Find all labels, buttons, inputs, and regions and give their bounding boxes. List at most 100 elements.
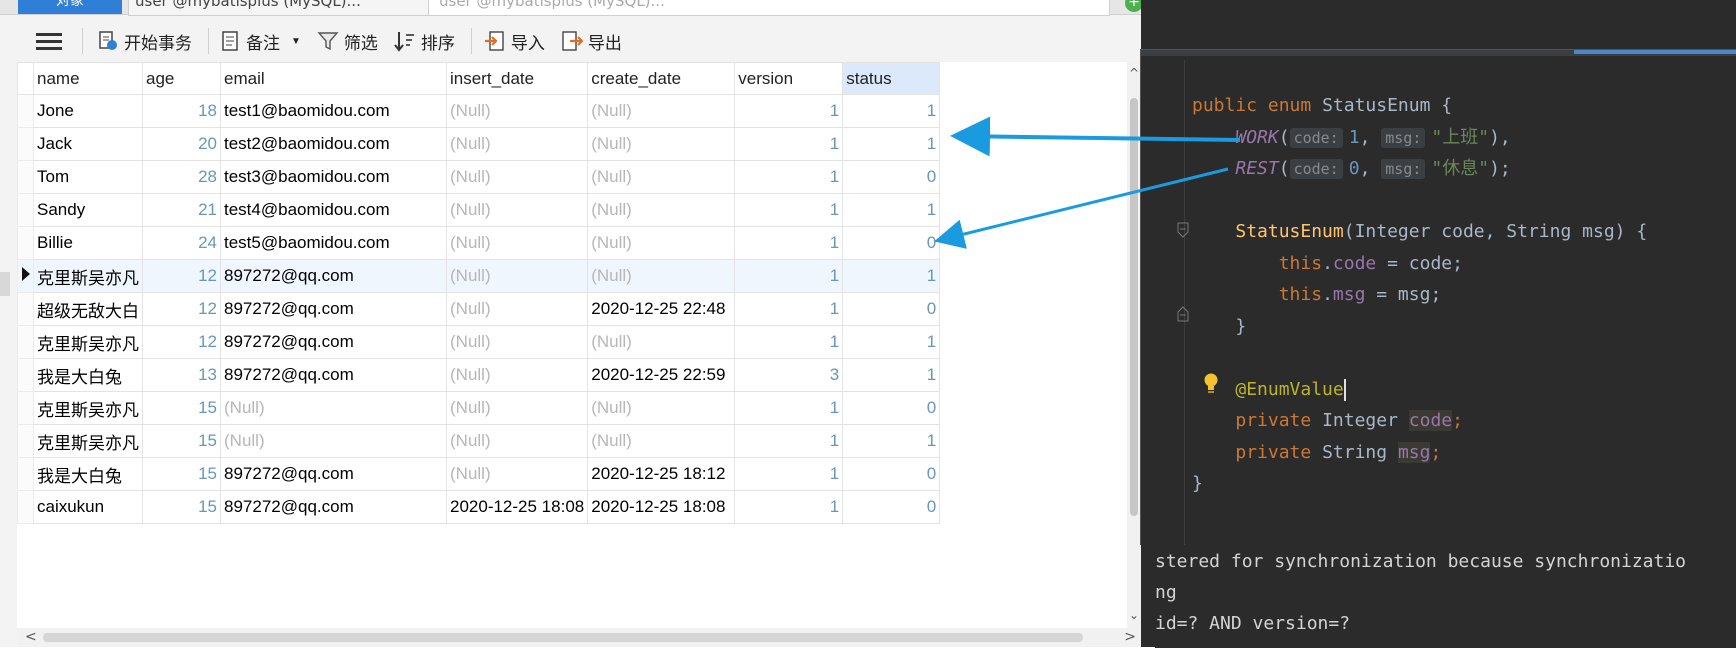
cell-age[interactable]: 12 — [142, 259, 221, 293]
code-content[interactable]: public enum StatusEnum { WORK(code: 1, ms… — [1192, 90, 1647, 500]
cell-age[interactable]: 18 — [142, 94, 221, 128]
row-indicator[interactable] — [17, 292, 34, 326]
cell-email[interactable]: 897272@qq.com — [220, 358, 447, 392]
tab-user-table[interactable]: user @mybatisplus (MySQL)... — [128, 0, 431, 16]
cell-email[interactable]: 897272@qq.com — [220, 490, 447, 524]
cell-status[interactable]: 1 — [842, 127, 941, 161]
row-indicator[interactable] — [17, 457, 34, 491]
cell-create-date[interactable]: (Null) — [587, 325, 736, 359]
cell-version[interactable]: 1 — [734, 424, 844, 458]
cell-status[interactable]: 0 — [842, 391, 941, 425]
table-row[interactable]: 克里斯吴亦凡 15 (Null) (Null) (Null) 1 0 — [17, 391, 941, 425]
cell-insert-date[interactable]: (Null) — [445, 127, 589, 161]
tab-objects[interactable]: 对象 — [18, 0, 122, 14]
cell-age[interactable]: 15 — [142, 490, 221, 524]
memo-button[interactable]: 备注 ▼ — [219, 29, 301, 54]
cell-age[interactable]: 15 — [142, 424, 221, 458]
cell-email[interactable]: test5@baomidou.com — [220, 226, 447, 260]
cell-create-date[interactable]: (Null) — [587, 160, 736, 194]
cell-create-date[interactable]: (Null) — [587, 94, 736, 128]
cell-name[interactable]: Tom — [33, 160, 143, 194]
cell-email[interactable]: test4@baomidou.com — [220, 193, 447, 227]
row-indicator[interactable] — [17, 160, 34, 194]
cell-name[interactable]: 克里斯吴亦凡 — [33, 391, 143, 425]
cell-status[interactable]: 1 — [842, 325, 941, 359]
cell-insert-date[interactable]: (Null) — [445, 226, 589, 260]
cell-status[interactable]: 0 — [842, 292, 941, 326]
cell-create-date[interactable]: 2020-12-25 22:48 — [587, 292, 736, 326]
table-row[interactable]: 克里斯吴亦凡 12 897272@qq.com (Null) (Null) 1 1 — [17, 259, 941, 293]
row-indicator[interactable] — [17, 325, 34, 359]
cell-name[interactable]: 超级无敌大白 — [33, 292, 143, 326]
table-row[interactable]: 克里斯吴亦凡 12 897272@qq.com (Null) (Null) 1 1 — [17, 325, 941, 359]
cell-version[interactable]: 1 — [734, 259, 844, 293]
scroll-right-icon[interactable]: > — [1124, 629, 1136, 645]
cell-email[interactable]: 897272@qq.com — [220, 325, 447, 359]
cell-age[interactable]: 12 — [142, 325, 221, 359]
row-indicator[interactable] — [17, 226, 34, 260]
table-row[interactable]: 我是大白兔 13 897272@qq.com (Null) 2020-12-25 22:… — [17, 358, 941, 392]
cell-version[interactable]: 1 — [734, 391, 844, 425]
table-row[interactable]: Jack 20 test2@baomidou.com (Null) (Null) 1 1 — [17, 127, 941, 161]
cell-status[interactable]: 0 — [842, 457, 941, 491]
column-header-name[interactable]: name — [33, 62, 143, 95]
cell-insert-date[interactable]: (Null) — [445, 160, 589, 194]
cell-email[interactable]: test3@baomidou.com — [220, 160, 447, 194]
cell-name[interactable]: Sandy — [33, 193, 143, 227]
cell-version[interactable]: 1 — [734, 193, 844, 227]
cell-version[interactable]: 1 — [734, 490, 844, 524]
row-indicator[interactable] — [17, 127, 34, 161]
column-header-version[interactable]: version — [734, 62, 844, 95]
scroll-left-icon[interactable]: < — [25, 629, 37, 645]
cell-version[interactable]: 1 — [734, 127, 844, 161]
cell-insert-date[interactable]: (Null) — [445, 292, 589, 326]
cell-insert-date[interactable]: (Null) — [445, 259, 589, 293]
column-header-age[interactable]: age — [142, 62, 221, 95]
cell-status[interactable]: 1 — [842, 358, 941, 392]
cell-version[interactable]: 1 — [734, 292, 844, 326]
cell-create-date[interactable]: (Null) — [587, 193, 736, 227]
cell-name[interactable]: 克里斯吴亦凡 — [33, 259, 143, 293]
cell-name[interactable]: Billie — [33, 226, 143, 260]
scroll-up-icon[interactable]: ^ — [1127, 66, 1141, 80]
table-row[interactable]: 我是大白兔 15 897272@qq.com (Null) 2020-12-25 18:… — [17, 457, 941, 491]
scroll-down-icon[interactable]: ⌄ — [1127, 608, 1141, 622]
cell-name[interactable]: Jack — [33, 127, 143, 161]
cell-create-date[interactable]: 2020-12-25 18:08 — [587, 490, 736, 524]
cell-age[interactable]: 20 — [142, 127, 221, 161]
row-indicator[interactable] — [17, 94, 34, 128]
sort-button[interactable]: 排序 — [394, 29, 455, 54]
cell-create-date[interactable]: 2020-12-25 18:12 — [587, 457, 736, 491]
cell-age[interactable]: 21 — [142, 193, 221, 227]
cell-create-date[interactable]: (Null) — [587, 424, 736, 458]
cell-email[interactable]: test2@baomidou.com — [220, 127, 447, 161]
cell-insert-date[interactable]: (Null) — [445, 358, 589, 392]
scroll-thumb[interactable] — [1130, 98, 1138, 516]
table-row[interactable]: caixukun 15 897272@qq.com 2020-12-25 18:08 2… — [17, 490, 941, 524]
cell-age[interactable]: 12 — [142, 292, 221, 326]
menu-icon[interactable] — [36, 32, 62, 50]
cell-status[interactable]: 1 — [842, 94, 941, 128]
cell-version[interactable]: 1 — [734, 457, 844, 491]
cell-create-date[interactable]: 2020-12-25 22:59 — [587, 358, 736, 392]
row-indicator[interactable] — [17, 358, 34, 392]
cell-name[interactable]: Jone — [33, 94, 143, 128]
table-row[interactable]: Tom 28 test3@baomidou.com (Null) (Null) 1 0 — [17, 160, 941, 194]
cell-age[interactable]: 15 — [142, 457, 221, 491]
cell-version[interactable]: 3 — [734, 358, 844, 392]
export-button[interactable]: 导出 — [561, 29, 622, 54]
table-row[interactable]: Sandy 21 test4@baomidou.com (Null) (Null) 1 1 — [17, 193, 941, 227]
cell-insert-date[interactable]: 2020-12-25 18:08 — [445, 490, 589, 524]
cell-status[interactable]: 0 — [842, 160, 941, 194]
cell-create-date[interactable]: (Null) — [587, 127, 736, 161]
cell-insert-date[interactable]: (Null) — [445, 325, 589, 359]
cell-name[interactable]: 我是大白兔 — [33, 457, 143, 491]
vertical-scrollbar[interactable]: ^ ⌄ — [1127, 62, 1141, 628]
cell-create-date[interactable]: (Null) — [587, 226, 736, 260]
cell-name[interactable]: 我是大白兔 — [33, 358, 143, 392]
code-editor[interactable]: public enum StatusEnum { WORK(code: 1, ms… — [1140, 49, 1736, 545]
cell-email[interactable]: (Null) — [220, 391, 447, 425]
row-indicator[interactable] — [17, 391, 34, 425]
cell-status[interactable]: 1 — [842, 193, 941, 227]
cell-version[interactable]: 1 — [734, 226, 844, 260]
